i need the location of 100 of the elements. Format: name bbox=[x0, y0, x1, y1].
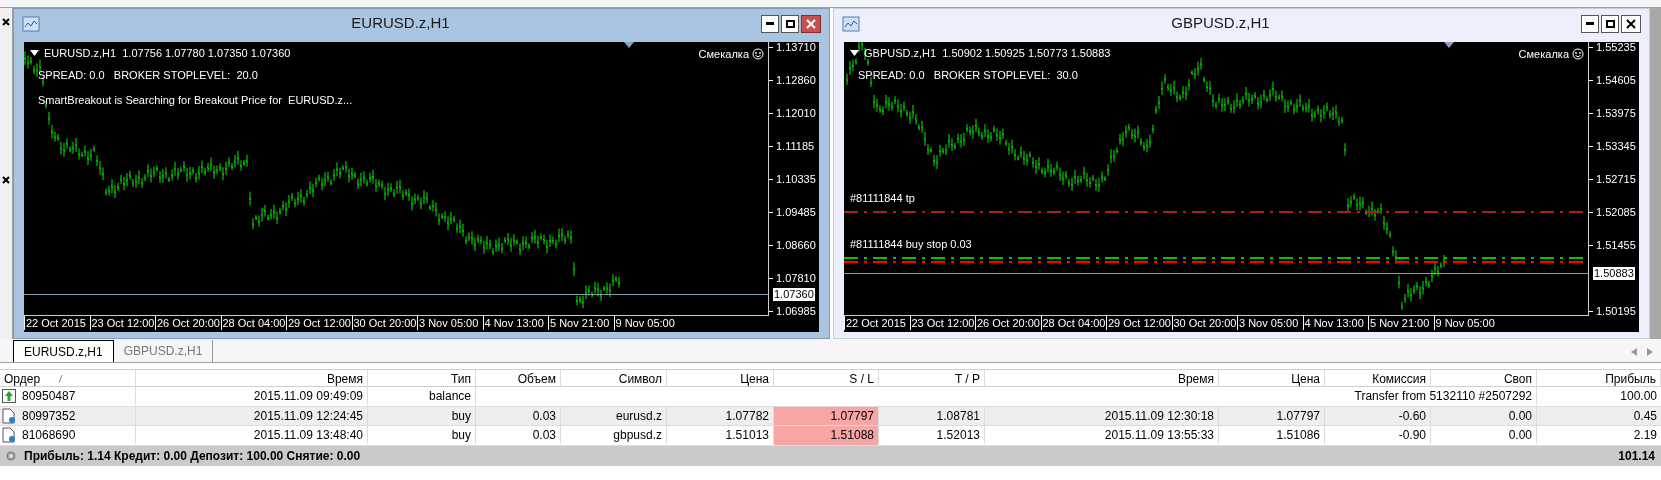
price-tick: 1.51455 bbox=[1589, 239, 1636, 252]
price-tick: 1.52715 bbox=[1589, 173, 1636, 186]
deposit-icon bbox=[2, 389, 16, 404]
close-icon bbox=[1626, 18, 1636, 29]
price-tick: 1.07810 bbox=[769, 272, 816, 285]
price-tick: 1.09485 bbox=[769, 206, 816, 219]
shift-marker-icon bbox=[1444, 42, 1454, 49]
table-cell: gbpusd.z bbox=[561, 426, 667, 445]
smiley-icon bbox=[1572, 48, 1584, 61]
table-cell: buy bbox=[368, 406, 476, 425]
price-tick: 1.53975 bbox=[1589, 107, 1636, 120]
indicator-label: Смекалка bbox=[1518, 47, 1569, 63]
order-number: 80950487 bbox=[22, 388, 76, 406]
chart-header: GBPUSD.z,H1 1.50902 1.50925 1.50773 1.50883 bbox=[864, 46, 1111, 62]
info-text: SPREAD: 0.0 BROKER STOPLEVEL: 30.0 bbox=[858, 68, 1078, 84]
table-cell: 1.07797 bbox=[1219, 406, 1325, 425]
table-cell: 0.03 bbox=[476, 406, 561, 425]
table-cell: 0.00 bbox=[1431, 426, 1537, 445]
price-tick: 1.52085 bbox=[1589, 206, 1636, 219]
close-icon[interactable] bbox=[2, 176, 10, 184]
table-cell: 1.08781 bbox=[879, 406, 985, 425]
time-label: 4 Nov 13:00 bbox=[482, 316, 548, 331]
time-label: 28 Oct 04:00 bbox=[220, 316, 286, 331]
table-cell: 2015.11.09 13:55:33 bbox=[985, 426, 1219, 445]
price-tick: 1.08660 bbox=[769, 239, 816, 252]
dropdown-icon[interactable] bbox=[850, 50, 859, 57]
time-label: 3 Nov 05:00 bbox=[1237, 316, 1303, 331]
time-label: 9 Nov 05:00 bbox=[1433, 316, 1499, 331]
chart-header: EURUSD.z,H1 1.07756 1.07780 1.07350 1.07360 bbox=[44, 46, 291, 62]
order-number: 81068690 bbox=[22, 427, 76, 445]
time-label: 29 Oct 12:00 bbox=[286, 316, 352, 331]
order-label: #81111844 buy stop 0.03 bbox=[850, 238, 972, 251]
minimize-button[interactable] bbox=[761, 14, 779, 33]
table-cell: 1.51086 bbox=[1219, 426, 1325, 445]
price-tick: 1.54605 bbox=[1589, 74, 1636, 87]
maximize-button[interactable] bbox=[1601, 14, 1619, 33]
price-tick: 1.50195 bbox=[1589, 305, 1636, 318]
table-cell-text: 2.19 bbox=[1632, 427, 1658, 445]
order-icon bbox=[2, 407, 16, 424]
time-label: 29 Oct 12:00 bbox=[1106, 316, 1172, 331]
shift-marker-icon bbox=[624, 42, 634, 49]
scrollbar[interactable] bbox=[1650, 8, 1661, 339]
window-title: EURUSD.z,H1 bbox=[350, 13, 451, 34]
chart-icon bbox=[842, 15, 860, 32]
order-label: #81111844 tp bbox=[850, 192, 915, 205]
dropdown-icon[interactable] bbox=[30, 50, 39, 57]
time-label: 9 Nov 05:00 bbox=[613, 316, 679, 331]
chart-tab[interactable]: EURUSD.z,H1 bbox=[13, 340, 114, 362]
time-label: 3 Nov 05:00 bbox=[417, 316, 483, 331]
price-tick: 1.13710 bbox=[769, 41, 816, 54]
window-title: GBPUSD.z,H1 bbox=[1170, 13, 1271, 34]
time-label: 30 Oct 20:00 bbox=[351, 316, 417, 331]
table-cell: 1.52013 bbox=[879, 426, 985, 445]
maximize-button[interactable] bbox=[781, 14, 799, 33]
table-cell: -0.60 bbox=[1325, 406, 1431, 425]
time-label: 26 Oct 20:00 bbox=[155, 316, 221, 331]
time-label: 22 Oct 2015 bbox=[24, 316, 90, 331]
current-price-label: 1.07360 bbox=[773, 288, 815, 302]
close-icon[interactable] bbox=[2, 18, 10, 26]
time-label: 5 Nov 21:00 bbox=[548, 316, 614, 331]
table-cell-text: 0.45 bbox=[1632, 407, 1658, 425]
time-label: 28 Oct 04:00 bbox=[1040, 316, 1106, 331]
table-cell: 2015.11.09 12:24:45 bbox=[136, 406, 368, 425]
table-cell: 2015.11.09 13:48:40 bbox=[136, 426, 368, 445]
price-tick: 1.11185 bbox=[769, 140, 815, 153]
table-cell: balance bbox=[368, 387, 476, 406]
time-label: 23 Oct 12:00 bbox=[909, 316, 975, 331]
price-tick: 1.06985 bbox=[769, 305, 816, 318]
info-text: SmartBreakout is Searching for Breakout Price for EURUSD.z... bbox=[38, 93, 353, 109]
table-cell: Transfer from 5132110 #2507292 bbox=[476, 387, 1537, 406]
total-profit: 101.14 bbox=[1618, 447, 1655, 465]
table-cell: 2015.11.09 09:49:09 bbox=[136, 387, 368, 406]
table-cell-text: 100.00 bbox=[1619, 388, 1658, 406]
price-tick: 1.10335 bbox=[769, 173, 816, 186]
close-button[interactable] bbox=[1621, 14, 1641, 33]
table-row[interactable]: 81068690 2015.11.09 13:48:40 buy 0.03 gbpusd.z 1.51013 1.51088 1.52013 2015.11.09 13:55:33 1.51086 -0.90 0.00 2.19 bbox=[0, 426, 1661, 446]
minimize-button[interactable] bbox=[1581, 14, 1599, 33]
current-price-label: 1.50883 bbox=[1593, 267, 1635, 281]
table-cell: 2015.11.09 12:30:18 bbox=[985, 406, 1219, 425]
time-label: 23 Oct 12:00 bbox=[89, 316, 155, 331]
table-cell: buy bbox=[368, 426, 476, 445]
chart-icon bbox=[22, 15, 40, 32]
column-header[interactable]: Ордер bbox=[4, 370, 41, 388]
price-tick: 1.12860 bbox=[769, 74, 816, 87]
time-label: 22 Oct 2015 bbox=[844, 316, 910, 331]
scroll-left-icon[interactable] bbox=[1631, 348, 1637, 356]
table-row[interactable]: 80997352 2015.11.09 12:24:45 buy 0.03 eurusd.z 1.07782 1.07797 1.08781 2015.11.09 12:30:18 1.07797 -0.60 0.00 0.45 bbox=[0, 406, 1661, 426]
sort-icon bbox=[58, 375, 64, 383]
table-cell: eurusd.z bbox=[561, 406, 667, 425]
chart-tab[interactable]: GBPUSD.z,H1 bbox=[113, 340, 214, 362]
indicator-label: Смекалка bbox=[698, 47, 749, 63]
close-icon bbox=[806, 18, 816, 29]
order-number: 80997352 bbox=[22, 407, 76, 425]
table-cell: 0.00 bbox=[1431, 406, 1537, 425]
order-icon bbox=[2, 427, 16, 444]
time-label: 30 Oct 20:00 bbox=[1171, 316, 1237, 331]
status-icon bbox=[6, 450, 16, 461]
time-label: 4 Nov 13:00 bbox=[1302, 316, 1368, 331]
scroll-right-icon[interactable] bbox=[1647, 348, 1653, 356]
close-button[interactable] bbox=[801, 14, 821, 33]
